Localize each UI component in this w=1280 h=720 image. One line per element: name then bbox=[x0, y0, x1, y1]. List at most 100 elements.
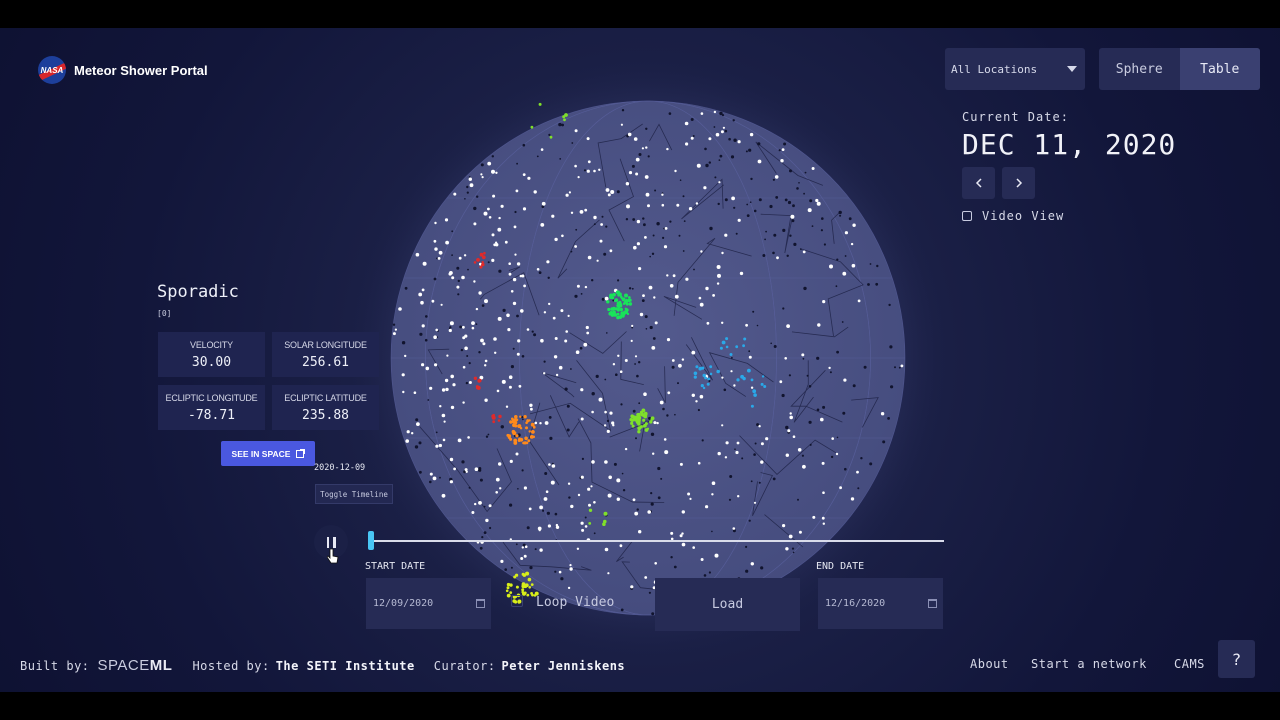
meteor-point bbox=[574, 164, 577, 168]
dim-star bbox=[546, 511, 551, 515]
view-sphere-button[interactable]: Sphere bbox=[1099, 48, 1180, 90]
meteor-point bbox=[431, 299, 435, 303]
meteor-point bbox=[584, 208, 588, 212]
meteor-point bbox=[802, 464, 806, 469]
cluster-point bbox=[630, 414, 634, 419]
dim-star bbox=[554, 512, 558, 516]
dim-star bbox=[835, 285, 838, 288]
next-date-button[interactable] bbox=[1002, 167, 1035, 199]
meteor-point bbox=[498, 216, 501, 220]
see-in-space-button[interactable]: SEE IN SPACE bbox=[221, 441, 315, 466]
meteor-point bbox=[548, 463, 551, 466]
dim-star bbox=[566, 404, 570, 408]
meteor-point bbox=[554, 237, 558, 242]
dim-star bbox=[606, 332, 608, 334]
dim-star bbox=[863, 365, 867, 369]
dim-star bbox=[674, 413, 676, 416]
cluster-point bbox=[492, 420, 496, 424]
cams-link[interactable]: CAMS bbox=[1174, 657, 1205, 671]
dim-star bbox=[657, 496, 661, 500]
spaceml-logo[interactable]: SPACEML bbox=[98, 657, 173, 674]
meteor-point bbox=[515, 452, 519, 456]
meteor-point bbox=[551, 464, 556, 468]
cluster-point bbox=[588, 508, 593, 512]
meteor-point bbox=[474, 467, 479, 472]
cluster-point bbox=[646, 427, 650, 430]
meteor-point bbox=[736, 441, 740, 445]
dim-star bbox=[690, 118, 694, 121]
dim-star bbox=[669, 220, 672, 223]
stat-ecliptic-longitude: ECLIPTIC LONGITUDE -78.71 bbox=[158, 385, 265, 430]
meteor-point bbox=[639, 312, 644, 317]
cluster-point bbox=[633, 417, 638, 421]
dim-star bbox=[491, 155, 494, 158]
meteor-point bbox=[700, 250, 703, 253]
location-select[interactable]: All Locations bbox=[945, 48, 1085, 90]
cluster-point bbox=[509, 583, 513, 587]
meteor-point bbox=[577, 493, 581, 497]
start-date-input[interactable]: 12/09/2020 bbox=[366, 578, 491, 629]
meteor-point bbox=[499, 487, 502, 490]
calendar-icon[interactable] bbox=[928, 599, 937, 608]
brand[interactable]: NASA Meteor Shower Portal bbox=[38, 56, 208, 84]
dim-star bbox=[811, 225, 814, 228]
curator-name[interactable]: Peter Jenniskens bbox=[502, 659, 626, 673]
meteor-point bbox=[509, 459, 513, 463]
meteor-point bbox=[450, 374, 455, 379]
hosted-by-link[interactable]: The SETI Institute bbox=[276, 659, 415, 673]
prev-date-button[interactable] bbox=[962, 167, 995, 199]
meteor-point bbox=[654, 562, 657, 565]
dim-star bbox=[798, 182, 800, 184]
timeline-slider-thumb[interactable] bbox=[367, 531, 374, 550]
meteor-point bbox=[485, 518, 489, 523]
about-link[interactable]: About bbox=[970, 657, 1009, 671]
loop-video-checkbox[interactable] bbox=[511, 595, 523, 607]
dim-star bbox=[860, 457, 863, 460]
video-view-checkbox[interactable] bbox=[962, 211, 972, 221]
dim-star bbox=[652, 234, 655, 237]
meteor-point bbox=[539, 422, 542, 425]
cluster-point bbox=[760, 382, 764, 386]
dim-star bbox=[750, 480, 753, 483]
meteor-point bbox=[420, 300, 424, 305]
meteor-point bbox=[518, 384, 522, 388]
location-select-value: All Locations bbox=[951, 62, 1038, 76]
calendar-icon[interactable] bbox=[476, 599, 485, 608]
meteor-point bbox=[507, 328, 511, 332]
dim-star bbox=[512, 347, 515, 350]
meteor-point bbox=[456, 285, 460, 289]
meteor-point bbox=[585, 325, 589, 330]
cluster-point bbox=[479, 265, 483, 269]
dim-star bbox=[401, 341, 406, 345]
timeline-slider[interactable] bbox=[368, 540, 944, 542]
meteor-point bbox=[540, 338, 544, 343]
meteor-point bbox=[705, 286, 709, 291]
view-table-button[interactable]: Table bbox=[1179, 48, 1260, 90]
meteor-point bbox=[493, 337, 497, 341]
meteor-point bbox=[558, 365, 563, 370]
meteor-point bbox=[798, 530, 802, 534]
meteor-point bbox=[406, 430, 410, 434]
meteor-point bbox=[788, 534, 793, 539]
meteor-point bbox=[469, 183, 474, 188]
meteor-point bbox=[714, 553, 719, 558]
dim-star bbox=[757, 142, 761, 146]
meteor-point bbox=[797, 448, 802, 452]
load-button[interactable]: Load bbox=[655, 578, 800, 631]
cluster-point bbox=[621, 314, 625, 318]
dim-star bbox=[748, 519, 751, 522]
meteor-point bbox=[828, 366, 831, 370]
dim-star bbox=[559, 158, 562, 160]
dim-star bbox=[887, 417, 890, 420]
start-network-link[interactable]: Start a network bbox=[1031, 657, 1147, 671]
dim-star bbox=[436, 257, 438, 260]
dim-star bbox=[468, 486, 471, 489]
meteor-point bbox=[533, 190, 537, 194]
dim-star bbox=[429, 480, 432, 484]
video-view-toggle[interactable]: Video View bbox=[962, 209, 1176, 223]
toggle-timeline-button[interactable]: Toggle Timeline bbox=[315, 484, 393, 504]
end-date-input[interactable]: 12/16/2020 bbox=[818, 578, 943, 629]
meteor-point bbox=[749, 132, 754, 137]
help-button[interactable]: ? bbox=[1218, 640, 1255, 678]
meteor-point bbox=[706, 321, 710, 325]
